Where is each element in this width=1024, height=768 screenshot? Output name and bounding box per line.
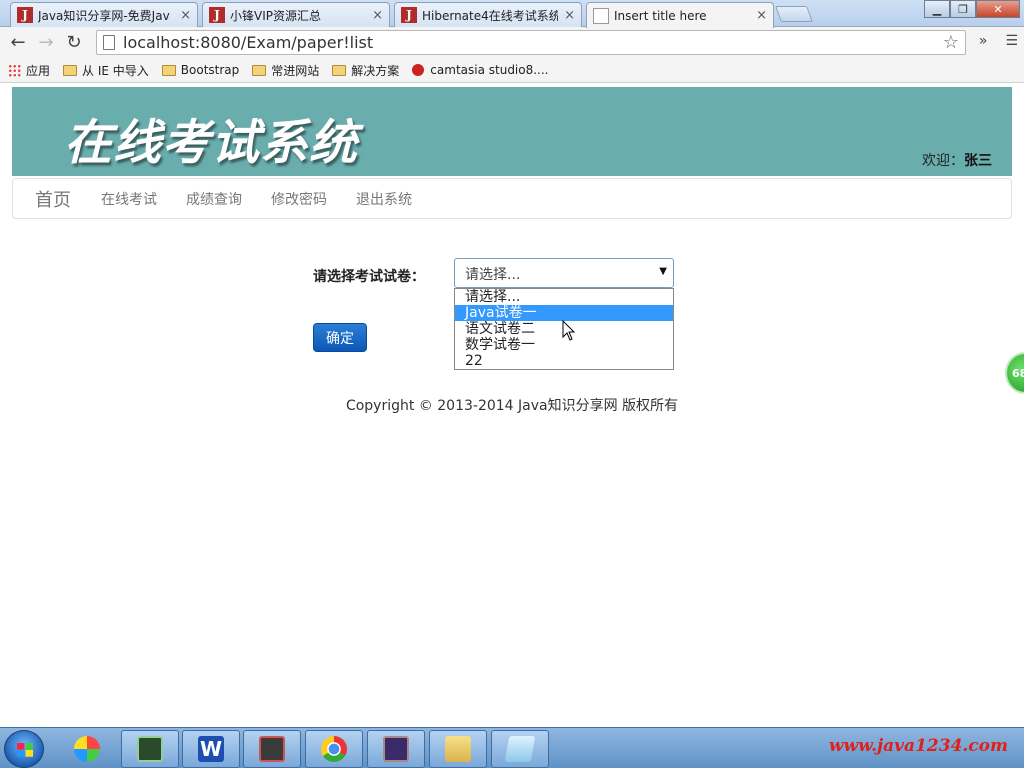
floating-badge[interactable]: 68 bbox=[1005, 352, 1024, 394]
minimize-icon[interactable]: ▁ bbox=[924, 0, 950, 18]
paper-select[interactable]: 请选择... ▼ bbox=[454, 258, 674, 288]
tab-title: Insert title here bbox=[614, 8, 707, 23]
option-java-paper[interactable]: Java试卷一 bbox=[455, 305, 673, 321]
reload-icon[interactable]: ↻ bbox=[60, 29, 88, 57]
taskbar-item-wps[interactable]: W bbox=[182, 730, 240, 768]
nav-score-query[interactable]: 成绩查询 bbox=[186, 189, 242, 209]
start-button[interactable] bbox=[4, 730, 44, 768]
apps-icon bbox=[8, 63, 21, 77]
bookmark-star-icon[interactable]: ☆ bbox=[943, 32, 959, 53]
paper-select-label: 请选择考试试卷： bbox=[313, 269, 425, 285]
site-header: 在线考试系统 欢迎：张三 bbox=[12, 87, 1012, 176]
bookmark-folder-ie[interactable]: 从 IE 中导入 bbox=[63, 62, 149, 79]
bookmark-label: 常进网站 bbox=[271, 63, 320, 78]
notepad-icon bbox=[504, 736, 536, 762]
extensions-overflow-icon[interactable]: » bbox=[979, 33, 988, 49]
folder-icon bbox=[332, 64, 347, 76]
bookmark-label: 应用 bbox=[26, 63, 51, 78]
page-icon bbox=[593, 7, 609, 24]
taskbar-item-javaee-ide[interactable] bbox=[367, 730, 425, 768]
browser-toolbar: ← → ↻ localhost:8080/Exam/paper!list ☆ »… bbox=[0, 27, 1024, 58]
bookmarks-bar: 应用 从 IE 中导入 Bootstrap 常进网站 解决方案 camtasia… bbox=[0, 58, 1024, 83]
wps-writer-icon: W bbox=[198, 736, 224, 762]
option-22[interactable]: 22 bbox=[455, 353, 673, 369]
tab-title: 小锋VIP资源汇总 bbox=[230, 8, 321, 23]
nav-online-exam[interactable]: 在线考试 bbox=[101, 189, 157, 209]
bookmark-folder-solutions[interactable]: 解决方案 bbox=[332, 62, 399, 79]
browser-tab-strip: J Java知识分享网-免费Jav × J 小锋VIP资源汇总 × J Hibe… bbox=[0, 0, 1024, 28]
back-arrow-icon[interactable]: ← bbox=[4, 29, 32, 57]
window-controls: ▁ ❐ ✕ bbox=[924, 0, 1020, 18]
paper-select-value: 请选择... bbox=[465, 267, 521, 283]
windows-taskbar: W www.java1234.com bbox=[0, 727, 1024, 768]
tab-title: Hibernate4在线考试系统 bbox=[422, 8, 559, 23]
menu-icon[interactable]: ☰ bbox=[1005, 33, 1018, 49]
taskbar-item-notepad[interactable] bbox=[491, 730, 549, 768]
bookmark-label: camtasia studio8.... bbox=[430, 63, 549, 77]
bookmark-camtasia[interactable]: camtasia studio8.... bbox=[412, 63, 549, 77]
address-bar[interactable]: localhost:8080/Exam/paper!list ☆ bbox=[96, 30, 966, 55]
camtasia-icon bbox=[412, 64, 425, 76]
browser-tab-1[interactable]: J Java知识分享网-免费Jav × bbox=[10, 2, 198, 27]
username: 张三 bbox=[964, 153, 992, 169]
tab-close-icon[interactable]: × bbox=[756, 8, 767, 23]
tab-close-icon[interactable]: × bbox=[180, 8, 191, 23]
terminal-icon bbox=[137, 736, 163, 762]
taskbar-item-chrome[interactable] bbox=[305, 730, 363, 768]
nav-logout[interactable]: 退出系统 bbox=[356, 189, 412, 209]
browser-tab-active[interactable]: Insert title here × bbox=[586, 2, 774, 28]
folder-icon bbox=[63, 64, 78, 76]
folder-icon bbox=[252, 64, 267, 76]
bookmark-apps[interactable]: 应用 bbox=[8, 62, 50, 79]
explorer-icon bbox=[445, 736, 471, 762]
tab-title: Java知识分享网-免费Jav bbox=[38, 8, 170, 23]
java1234-favicon-icon: J bbox=[401, 7, 417, 23]
java1234-favicon-icon: J bbox=[17, 7, 33, 23]
java1234-favicon-icon: J bbox=[209, 7, 225, 23]
bookmark-label: 解决方案 bbox=[351, 63, 400, 78]
window-close-icon[interactable]: ✕ bbox=[976, 0, 1020, 18]
chrome-icon bbox=[321, 736, 347, 762]
site-logo: 在线考试系统 bbox=[64, 115, 359, 171]
mouse-cursor-icon bbox=[562, 320, 576, 341]
watermark-text: www.java1234.com bbox=[828, 736, 1008, 756]
option-placeholder[interactable]: 请选择... bbox=[455, 289, 673, 305]
taskbar-item-explorer[interactable] bbox=[429, 730, 487, 768]
main-navbar: 首页 在线考试 成绩查询 修改密码 退出系统 bbox=[12, 178, 1012, 219]
submit-button[interactable]: 确定 bbox=[313, 323, 367, 352]
welcome-message: 欢迎：张三 bbox=[922, 150, 992, 170]
taskbar-item-media[interactable] bbox=[243, 730, 301, 768]
url-text: localhost:8080/Exam/paper!list bbox=[123, 33, 374, 52]
welcome-prefix: 欢迎： bbox=[922, 153, 964, 169]
windows-logo-icon bbox=[17, 743, 33, 757]
browser-tab-2[interactable]: J 小锋VIP资源汇总 × bbox=[202, 2, 390, 27]
browser-tab-3[interactable]: J Hibernate4在线考试系统 × bbox=[394, 2, 582, 27]
bookmark-label: Bootstrap bbox=[180, 63, 240, 77]
folder-icon bbox=[161, 64, 176, 76]
bookmark-label: 从 IE 中导入 bbox=[82, 63, 149, 78]
taskbar-item-terminal[interactable] bbox=[121, 730, 179, 768]
nav-change-password[interactable]: 修改密码 bbox=[271, 189, 327, 209]
javaee-ide-icon bbox=[383, 736, 409, 762]
bookmark-folder-sites[interactable]: 常进网站 bbox=[252, 62, 319, 79]
media-icon bbox=[259, 736, 285, 762]
taskbar-item-1[interactable] bbox=[58, 730, 116, 768]
maximize-icon[interactable]: ❐ bbox=[950, 0, 976, 18]
tab-close-icon[interactable]: × bbox=[372, 8, 383, 23]
copyright-text: Copyright © 2013-2014 Java知识分享网 版权所有 bbox=[345, 398, 679, 414]
nav-home[interactable]: 首页 bbox=[35, 186, 71, 212]
toolbar-right: » ☰ bbox=[979, 33, 1018, 49]
page-icon bbox=[103, 35, 115, 50]
bookmark-folder-bootstrap[interactable]: Bootstrap bbox=[161, 63, 240, 77]
forward-arrow-icon[interactable]: → bbox=[32, 29, 60, 57]
tab-close-icon[interactable]: × bbox=[564, 8, 575, 23]
new-tab-button[interactable] bbox=[775, 6, 813, 22]
media-player-icon bbox=[74, 736, 100, 762]
dropdown-arrow-icon: ▼ bbox=[659, 266, 667, 277]
